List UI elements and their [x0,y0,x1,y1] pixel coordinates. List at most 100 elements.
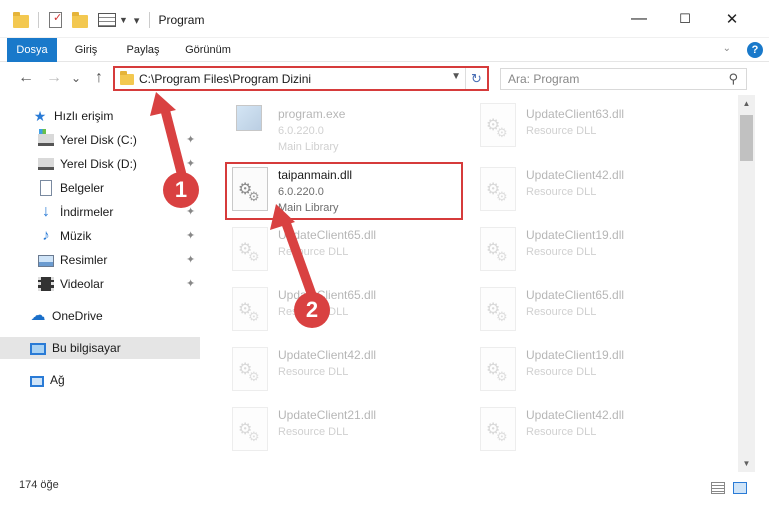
tab-share[interactable]: Paylaş [119,38,167,62]
maximize-button[interactable]: ☐ [662,0,708,38]
up-button[interactable]: ↑ [89,68,109,88]
refresh-button[interactable]: ↻ [465,68,487,89]
file-name: UpdateClient65.dll [526,288,625,302]
properties-icon[interactable] [49,11,62,28]
file-list: program.exe 6.0.220.0 Main Library ⚙ ⚙ Up… [210,95,738,472]
status-bar: 174 öğe [0,474,769,498]
file-name: UpdateClient21.dll [278,408,377,422]
forward-button[interactable]: → [44,68,64,88]
dll-file-icon: ⚙ ⚙ [480,167,516,211]
tab-file[interactable]: Dosya [7,38,57,62]
sidebar-item-network[interactable]: Ağ [0,369,200,391]
file-description: Resource DLL [278,366,349,378]
file-description: Resource DLL [278,246,349,258]
scroll-up-icon[interactable]: ▲ [738,95,755,112]
sidebar-item-onedrive[interactable]: ☁ OneDrive [0,305,200,327]
file-name: UpdateClient63.dll [526,107,625,121]
music-icon: ♪ [42,227,50,244]
navigation-bar: ← → ⌄ ↑ C:\Program Files\Program Dizini … [0,62,769,95]
search-input[interactable]: Ara: Program ⚲ [500,68,747,90]
recent-locations-button[interactable]: ⌄ [66,68,86,88]
dll-file-icon: ⚙ ⚙ [480,347,516,391]
sidebar-item-label: İndirmeler [60,205,114,219]
videos-icon [38,277,54,291]
file-name: UpdateClient42.dll [526,408,625,422]
file-description: Resource DLL [526,186,597,198]
chevron-down-icon[interactable]: ▼ [451,71,461,82]
file-name: program.exe [278,107,346,121]
sidebar-item-label: Videolar [60,277,104,291]
sidebar-item-music[interactable]: ♪ Müzik ✦ [0,225,200,247]
drive-icon [38,158,54,174]
close-button[interactable]: ✕ [709,0,755,38]
dll-file-icon: ⚙ ⚙ [480,103,516,147]
dll-file-icon: ⚙ ⚙ [480,287,516,331]
tab-home[interactable]: Giriş [66,38,106,62]
pin-icon[interactable]: ✦ [186,133,195,146]
customize-toolbar-icon[interactable]: ▾ [134,14,140,27]
large-icons-view-icon[interactable] [733,482,747,494]
this-pc-icon [30,342,46,355]
sidebar-item-pictures[interactable]: Resimler ✦ [0,249,200,271]
sidebar-item-quick-access[interactable]: ★ Hızlı erişim [0,105,200,127]
sidebar-item-label: Hızlı erişim [54,109,114,123]
sidebar-item-label: Yerel Disk (D:) [60,157,137,171]
back-button[interactable]: ← [16,68,36,88]
new-folder-icon[interactable] [72,12,88,28]
sidebar-item-this-pc[interactable]: Bu bilgisayar [0,337,200,359]
scroll-down-icon[interactable]: ▼ [738,455,755,472]
view-options-icon[interactable] [98,13,116,27]
file-item[interactable]: ⚙ ⚙ UpdateClient42.dll Resource DLL [226,339,461,399]
address-bar[interactable]: C:\Program Files\Program Dizini ▼ ↻ [113,66,489,91]
pin-icon[interactable]: ✦ [186,253,195,266]
pin-icon[interactable]: ✦ [186,205,195,218]
sidebar-item-label: Müzik [60,229,92,243]
help-icon[interactable]: ? [747,42,763,58]
pin-icon[interactable]: ✦ [186,277,195,290]
sidebar-item-videos[interactable]: Videolar ✦ [0,273,200,295]
pin-icon[interactable]: ✦ [186,157,195,170]
folder-icon [13,12,29,28]
sidebar-item-label: Belgeler [60,181,105,195]
sidebar-item-local-disk-d[interactable]: Yerel Disk (D:) ✦ [0,153,200,175]
dll-file-icon: ⚙ ⚙ [480,227,516,271]
file-item[interactable]: ⚙ ⚙ UpdateClient63.dll Resource DLL [474,95,709,155]
vertical-scrollbar[interactable]: ▲ ▼ [738,95,755,472]
star-icon: ★ [33,108,47,124]
file-item[interactable]: ⚙ ⚙ UpdateClient21.dll Resource DLL [226,399,461,459]
drive-c-icon [38,129,54,150]
file-item[interactable]: ⚙ ⚙ UpdateClient19.dll Resource DLL [474,219,709,279]
file-item[interactable]: ⚙ ⚙ UpdateClient19.dll Resource DLL [474,339,709,399]
sidebar-item-label: Ağ [50,373,65,387]
file-description: Resource DLL [278,426,349,438]
file-item[interactable]: ⚙⚙ UpdateClient65.dll Resource DLL [226,279,461,339]
file-highlight-box [225,162,463,220]
file-description: Main Library [278,141,339,153]
file-item[interactable]: ⚙⚙ UpdateClient65.dll Resource DLL [474,279,709,339]
step-badge-2: 2 [294,292,330,328]
title-bar: ▼ ▾ Program — ☐ ✕ [0,0,769,38]
file-item[interactable]: ⚙ ⚙ UpdateClient42.dll Resource DLL [474,399,709,459]
quick-access-toolbar: ▼ ▾ Program [13,9,204,31]
file-name: UpdateClient65.dll [278,228,377,242]
file-item[interactable]: program.exe 6.0.220.0 Main Library [226,95,461,155]
dll-file-icon: ⚙ ⚙ [232,407,268,451]
file-version: 6.0.220.0 [278,125,324,137]
pin-icon[interactable]: ✦ [186,229,195,242]
ribbon-tabs: Dosya Giriş Paylaş Görünüm ⌄ ? [0,38,769,62]
minimize-button[interactable]: — [616,0,662,38]
expand-ribbon-icon[interactable]: ⌄ [723,43,731,54]
file-item[interactable]: ⚙ ⚙ UpdateClient42.dll Resource DLL [474,159,709,219]
sidebar-item-local-disk-c[interactable]: Yerel Disk (C:) ✦ [0,129,200,151]
scroll-thumb[interactable] [740,115,753,161]
file-name: UpdateClient42.dll [526,168,625,182]
chevron-down-icon[interactable]: ▼ [119,15,128,25]
details-view-icon[interactable] [711,482,725,494]
onedrive-icon: ☁ [30,307,46,324]
exe-file-icon [236,105,262,131]
dll-file-icon: ⚙ ⚙ [232,227,268,271]
documents-icon [40,180,52,196]
search-placeholder: Ara: Program [508,72,580,86]
tab-view[interactable]: Görünüm [177,38,239,62]
file-item[interactable]: ⚙⚙ UpdateClient65.dll Resource DLL [226,219,461,279]
